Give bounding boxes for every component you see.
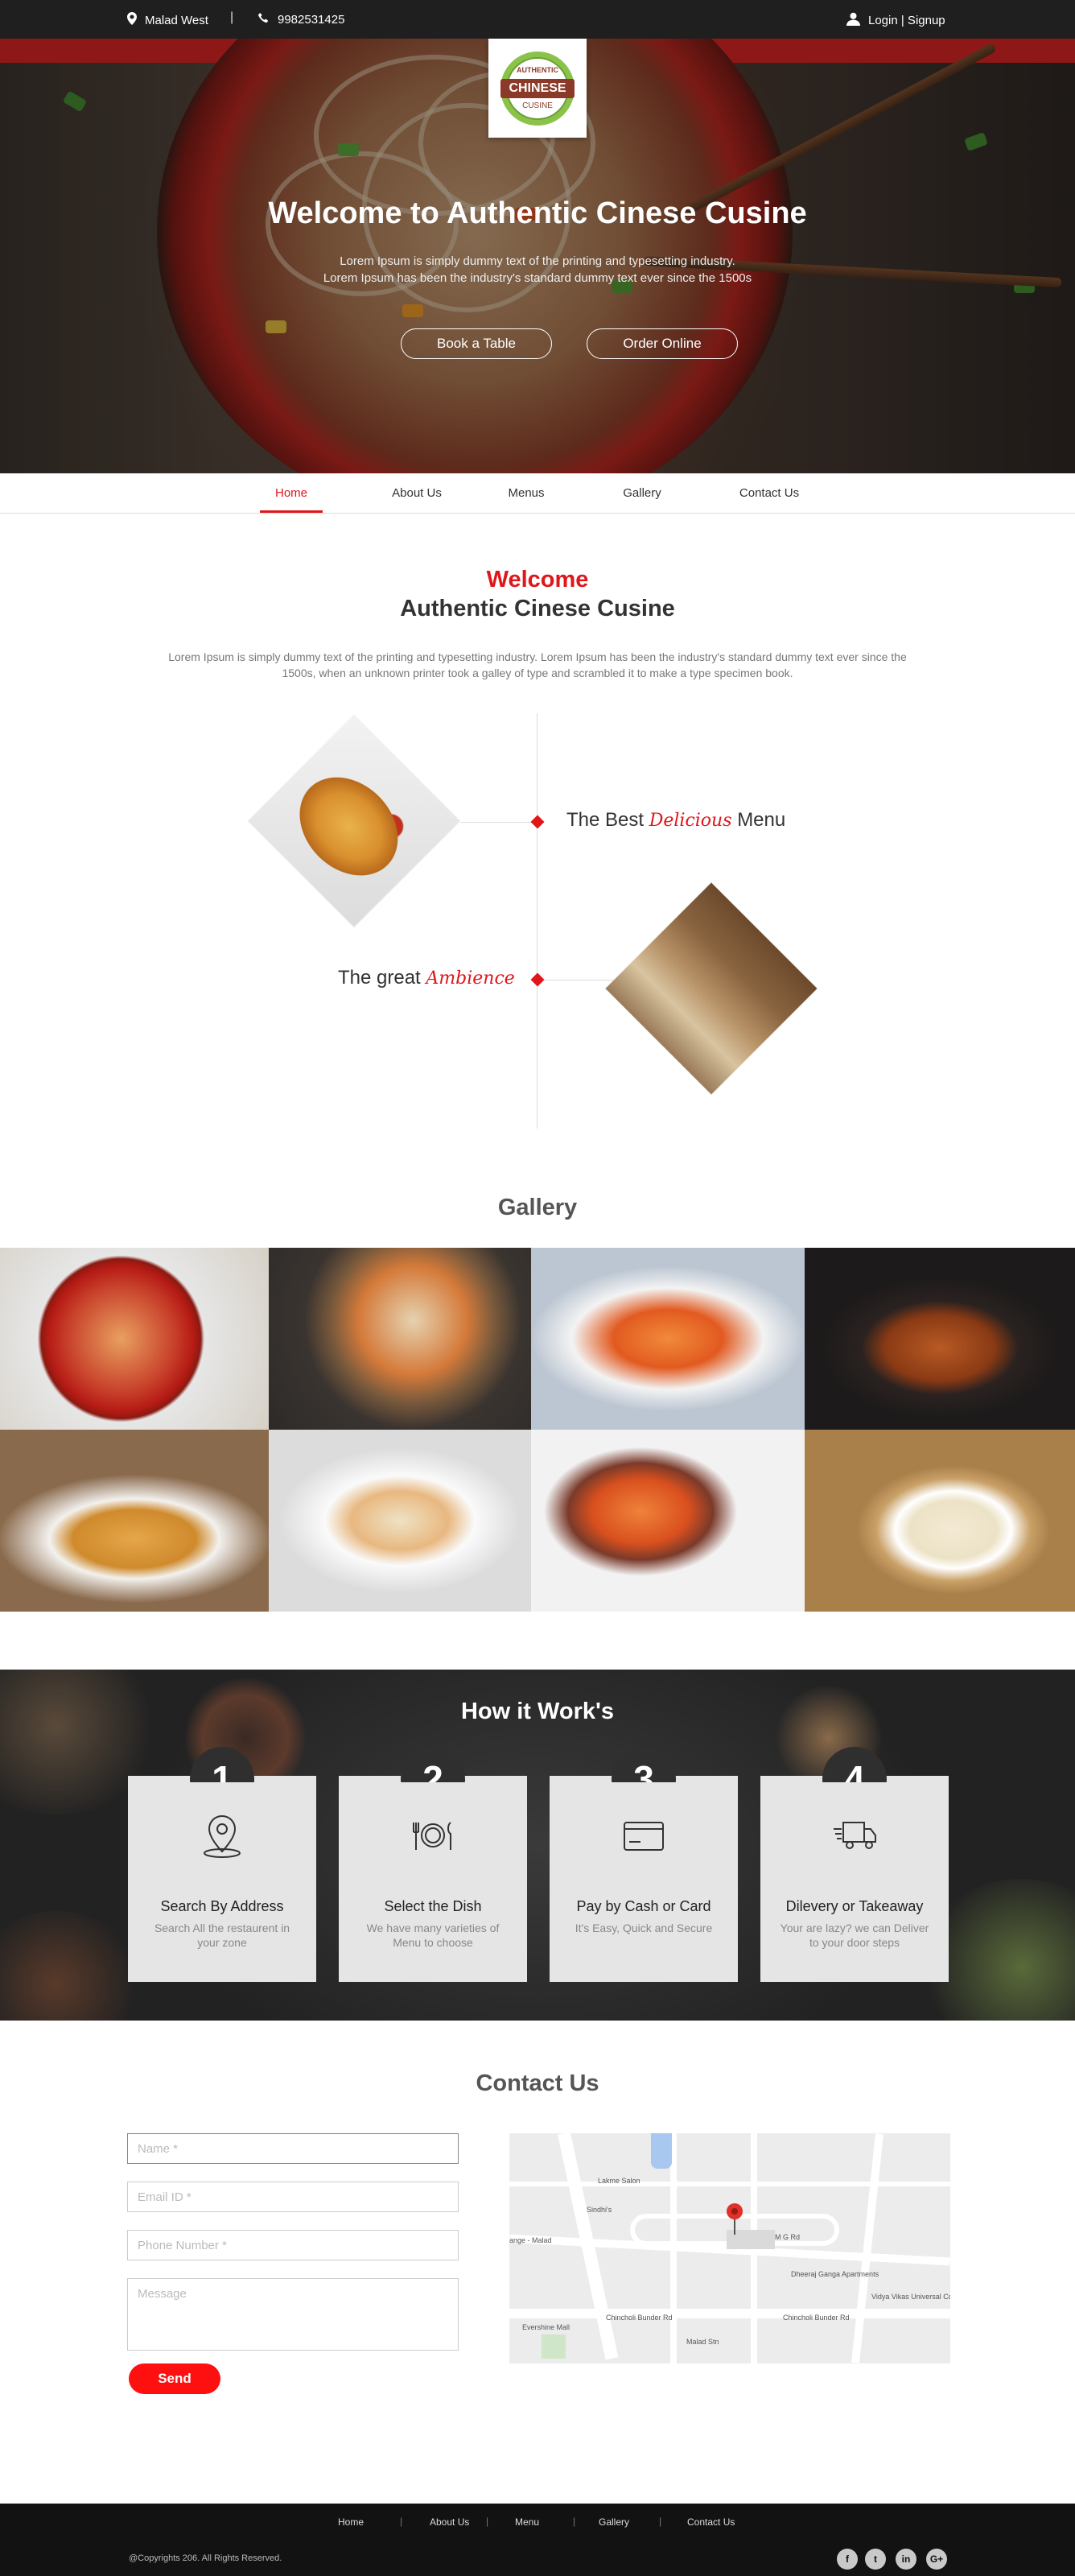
- nav-about-us[interactable]: About Us: [377, 486, 457, 500]
- hero-title: Welcome to Authentic Cinese Cusine: [268, 196, 807, 230]
- footer-link-gallery[interactable]: Gallery: [599, 2516, 629, 2528]
- contact-title: Contact Us: [476, 2070, 599, 2096]
- facebook-icon[interactable]: f: [837, 2549, 858, 2570]
- copyright-text: @Copyrights 206. All Rights Reserved.: [129, 2553, 282, 2563]
- hero-banner: AUTHENTIC CHINESE CUSINE Welcome to Auth…: [0, 39, 1075, 473]
- footer-link-home[interactable]: Home: [338, 2516, 364, 2528]
- how-it-works-title: How it Work's: [460, 1699, 615, 1724]
- timeline-line: [537, 713, 538, 1129]
- timeline-dot: [530, 815, 545, 829]
- email-field[interactable]: [127, 2182, 459, 2212]
- welcome-text: Lorem Ipsum is simply dummy text of the …: [168, 650, 907, 679]
- welcome-heading: Welcome: [486, 567, 589, 592]
- delivery-truck-icon: [834, 1822, 876, 1849]
- step-number: 1: [190, 1747, 254, 1782]
- top-bar: Malad West | 9982531425 Login | Signup: [0, 0, 1075, 39]
- map-marker-icon: [727, 2203, 743, 2235]
- map-pin-icon: [127, 12, 137, 28]
- gallery-image[interactable]: [0, 1430, 269, 1612]
- order-online-button[interactable]: Order Online: [587, 328, 738, 359]
- step-description: Search All the restaurent in your zone: [154, 1922, 290, 1949]
- name-field[interactable]: [127, 2133, 459, 2164]
- footer-link-menu[interactable]: Menu: [515, 2516, 539, 2528]
- step-description: It's Easy, Quick and Secure: [575, 1922, 713, 1934]
- feature-great-ambience: The great Ambience: [338, 967, 515, 989]
- step-card-payment: 3 Pay by Cash or Card It's Easy, Quick a…: [550, 1747, 738, 1982]
- nav-menus[interactable]: Menus: [494, 486, 558, 500]
- nav-home[interactable]: Home: [260, 486, 323, 500]
- map-pin-icon: [204, 1814, 241, 1858]
- delicious-menu-image: [248, 715, 460, 927]
- book-table-button[interactable]: Book a Table: [401, 328, 552, 359]
- step-card-select-dish: 2 Select the Dish We have many varieties…: [339, 1747, 527, 1982]
- gallery-title: Gallery: [497, 1195, 578, 1220]
- google-plus-icon[interactable]: G+: [926, 2549, 947, 2570]
- step-title: Dilevery or Takeaway: [785, 1898, 924, 1914]
- step-description: Your are lazy? we can Deliver to your do…: [780, 1922, 929, 1949]
- location-text: Malad West: [145, 13, 208, 27]
- welcome-subheading: Authentic Cinese Cusine: [400, 596, 675, 621]
- step-card-search: 1 Search By Address Search All the resta…: [128, 1747, 316, 1982]
- gallery-image[interactable]: [531, 1430, 805, 1612]
- credit-card-icon: [624, 1822, 664, 1851]
- logo-text-main: CHINESE: [509, 80, 566, 95]
- site-logo[interactable]: AUTHENTIC CHINESE CUSINE: [488, 39, 587, 138]
- step-number: 4: [822, 1747, 887, 1782]
- message-field[interactable]: [127, 2278, 459, 2351]
- logo-text-top: AUTHENTIC: [517, 65, 558, 74]
- footer: Home | About Us | Menu | Gallery | Conta…: [0, 2504, 1075, 2576]
- location[interactable]: Malad West: [127, 12, 208, 28]
- phone-text: 9982531425: [278, 13, 345, 27]
- gallery-image[interactable]: [531, 1248, 805, 1430]
- gallery-image[interactable]: [0, 1248, 269, 1430]
- login-text: Login | Signup: [868, 14, 945, 27]
- how-it-works-section: How it Work's 1 Search By Address Search…: [0, 1670, 1075, 2021]
- user-icon: [846, 12, 860, 29]
- gallery-image[interactable]: [269, 1430, 531, 1612]
- step-title: Pay by Cash or Card: [576, 1898, 711, 1914]
- timeline-dot: [530, 972, 545, 987]
- step-title: Search By Address: [160, 1898, 284, 1914]
- nav-contact-us[interactable]: Contact Us: [729, 486, 809, 500]
- ambience-image: [605, 882, 818, 1095]
- nav-active-underline: [260, 510, 323, 513]
- step-card-delivery: 4 Dilevery or Takeaway Your are lazy? we…: [760, 1747, 949, 1982]
- gallery-image[interactable]: [805, 1248, 1075, 1430]
- hero-description: Lorem Ipsum is simply dummy text of the …: [323, 254, 752, 285]
- send-button[interactable]: Send: [129, 2363, 220, 2394]
- step-title: Select the Dish: [384, 1898, 482, 1914]
- step-number: 3: [612, 1747, 676, 1782]
- logo-text-bottom: CUSINE: [522, 101, 553, 110]
- gallery-grid: [0, 1248, 1075, 1612]
- footer-link-contact-us[interactable]: Contact Us: [687, 2516, 735, 2528]
- main-nav: Home About Us Menus Gallery Contact Us: [0, 473, 1075, 514]
- step-description: We have many varieties of Menu to choose: [366, 1922, 500, 1949]
- topbar-separator: |: [230, 10, 234, 24]
- linkedin-icon[interactable]: in: [896, 2549, 916, 2570]
- gallery-image[interactable]: [269, 1248, 531, 1430]
- footer-link-about-us[interactable]: About Us: [430, 2516, 469, 2528]
- twitter-icon[interactable]: t: [865, 2549, 886, 2570]
- plate-cutlery-icon: [413, 1822, 451, 1850]
- feature-delicious-menu: The Best Delicious Menu: [566, 809, 786, 831]
- phone-field[interactable]: [127, 2230, 459, 2260]
- phone[interactable]: 9982531425: [257, 12, 344, 27]
- nav-gallery[interactable]: Gallery: [610, 486, 674, 500]
- location-map[interactable]: Lakme Salon Sindhi's ange - Malad Dheera…: [509, 2133, 950, 2363]
- phone-icon: [257, 12, 270, 27]
- gallery-image[interactable]: [805, 1430, 1075, 1612]
- login-signup-link[interactable]: Login | Signup: [846, 12, 945, 29]
- step-number: 2: [401, 1747, 465, 1782]
